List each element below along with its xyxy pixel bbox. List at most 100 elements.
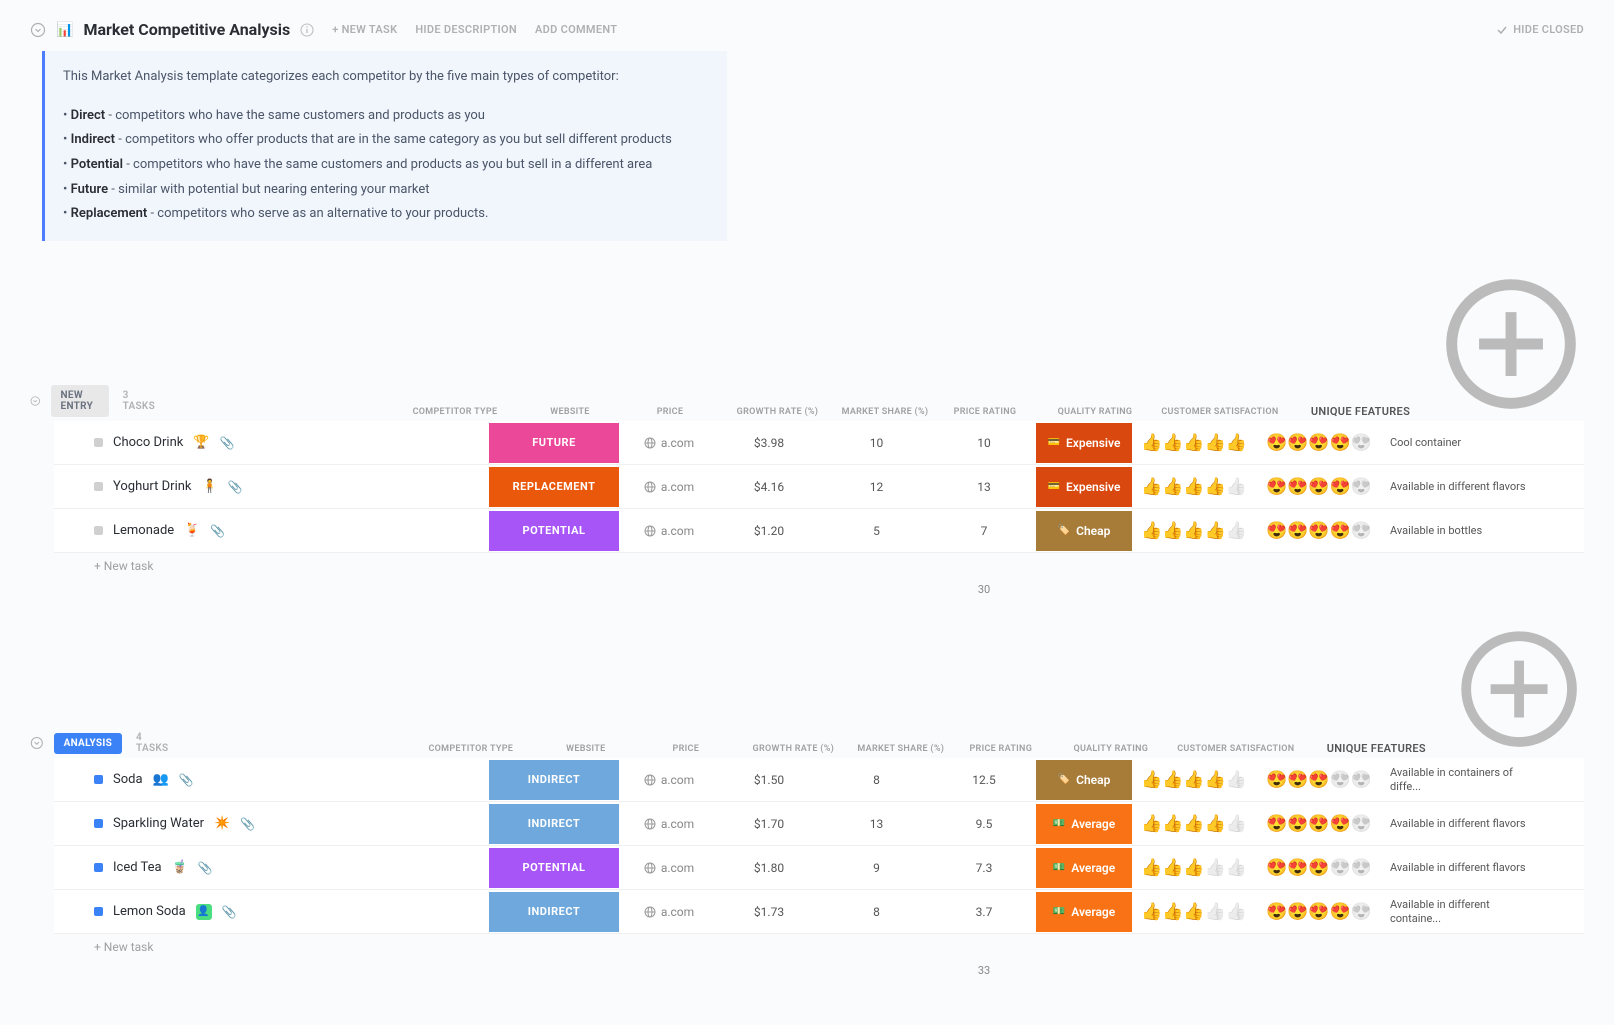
website-cell[interactable]: a.com — [619, 480, 719, 494]
features-cell[interactable]: Available in bottles — [1384, 524, 1529, 538]
collapse-icon[interactable] — [30, 735, 44, 751]
growth-cell[interactable]: 8 — [819, 773, 934, 787]
table-row[interactable]: Soda👥📎INDIRECTa.com$1.50812.5🏷️Cheap👍👍👍👍… — [54, 758, 1584, 802]
status-square[interactable] — [94, 482, 103, 491]
features-cell[interactable]: Available in different containe... — [1384, 898, 1529, 927]
price-cell[interactable]: $3.98 — [719, 436, 819, 450]
price-cell[interactable]: $1.73 — [719, 905, 819, 919]
status-square[interactable] — [94, 863, 103, 872]
competitor-type-badge[interactable]: POTENTIAL — [489, 848, 619, 888]
competitor-type-badge[interactable]: POTENTIAL — [489, 511, 619, 551]
task-name[interactable]: Sparkling Water — [113, 816, 204, 831]
table-row[interactable]: Choco Drink🏆📎FUTUREa.com$3.981010💳Expens… — [54, 421, 1584, 465]
competitor-type-badge[interactable]: REPLACEMENT — [489, 467, 619, 507]
group-status-badge[interactable]: NEW ENTRY — [51, 385, 109, 417]
website-cell[interactable]: a.com — [619, 905, 719, 919]
attachment-icon[interactable]: 📎 — [228, 480, 243, 494]
share-cell[interactable]: 7 — [934, 524, 1034, 538]
task-name[interactable]: Lemon Soda — [113, 904, 186, 919]
price-rating-badge[interactable]: 🏷️Cheap — [1036, 511, 1132, 551]
features-cell[interactable]: Available in containers of diffe... — [1384, 766, 1529, 795]
satisfaction-rating[interactable]: 😍😍😍😍😍 — [1254, 814, 1384, 834]
satisfaction-rating[interactable]: 😍😍😍😍😍 — [1254, 521, 1384, 541]
task-name[interactable]: Lemonade — [113, 523, 174, 538]
satisfaction-rating[interactable]: 😍😍😍😍😍 — [1254, 477, 1384, 497]
quality-rating[interactable]: 👍👍👍👍👍 — [1134, 902, 1254, 922]
new-task-row[interactable]: + New task — [54, 553, 1584, 579]
avatar[interactable]: 👤 — [196, 904, 212, 920]
table-row[interactable]: Yoghurt Drink🧍📎REPLACEMENTa.com$4.161213… — [54, 465, 1584, 509]
quality-rating[interactable]: 👍👍👍👍👍 — [1134, 814, 1254, 834]
task-name[interactable]: Yoghurt Drink — [113, 479, 192, 494]
status-square[interactable] — [94, 775, 103, 784]
price-cell[interactable]: $1.70 — [719, 817, 819, 831]
table-row[interactable]: Iced Tea🧋📎POTENTIALa.com$1.8097.3💵Averag… — [54, 846, 1584, 890]
info-icon[interactable] — [300, 23, 314, 37]
share-cell[interactable]: 9.5 — [934, 817, 1034, 831]
task-name[interactable]: Choco Drink — [113, 435, 183, 450]
satisfaction-rating[interactable]: 😍😍😍😍😍 — [1254, 858, 1384, 878]
website-cell[interactable]: a.com — [619, 436, 719, 450]
growth-cell[interactable]: 13 — [819, 817, 934, 831]
website-cell[interactable]: a.com — [619, 773, 719, 787]
features-cell[interactable]: Available in different flavors — [1384, 480, 1529, 494]
price-cell[interactable]: $4.16 — [719, 480, 819, 494]
competitor-type-badge[interactable]: FUTURE — [489, 423, 619, 463]
price-cell[interactable]: $1.80 — [719, 861, 819, 875]
attachment-icon[interactable]: 📎 — [198, 861, 213, 875]
growth-cell[interactable]: 12 — [819, 480, 934, 494]
share-cell[interactable]: 10 — [934, 436, 1034, 450]
share-cell[interactable]: 3.7 — [934, 905, 1034, 919]
share-cell[interactable]: 12.5 — [934, 773, 1034, 787]
quality-rating[interactable]: 👍👍👍👍👍 — [1134, 477, 1254, 497]
table-row[interactable]: Sparkling Water✴️📎INDIRECTa.com$1.70139.… — [54, 802, 1584, 846]
website-cell[interactable]: a.com — [619, 861, 719, 875]
price-rating-badge[interactable]: 💵Average — [1036, 848, 1132, 888]
price-cell[interactable]: $1.20 — [719, 524, 819, 538]
hide-description-button[interactable]: HIDE DESCRIPTION — [415, 23, 517, 36]
status-square[interactable] — [94, 438, 103, 447]
status-square[interactable] — [94, 526, 103, 535]
task-name[interactable]: Soda — [113, 772, 143, 787]
status-square[interactable] — [94, 819, 103, 828]
growth-cell[interactable]: 5 — [819, 524, 934, 538]
website-cell[interactable]: a.com — [619, 817, 719, 831]
features-cell[interactable]: Available in different flavors — [1384, 817, 1529, 831]
competitor-type-badge[interactable]: INDIRECT — [489, 804, 619, 844]
quality-rating[interactable]: 👍👍👍👍👍 — [1134, 858, 1254, 878]
growth-cell[interactable]: 10 — [819, 436, 934, 450]
website-cell[interactable]: a.com — [619, 524, 719, 538]
competitor-type-badge[interactable]: INDIRECT — [489, 760, 619, 800]
status-square[interactable] — [94, 907, 103, 916]
task-name[interactable]: Iced Tea — [113, 860, 162, 875]
add-comment-button[interactable]: ADD COMMENT — [535, 23, 617, 36]
hide-closed-button[interactable]: HIDE CLOSED — [1496, 23, 1584, 36]
satisfaction-rating[interactable]: 😍😍😍😍😍 — [1254, 902, 1384, 922]
collapse-icon[interactable] — [30, 393, 41, 409]
add-column-icon[interactable] — [1454, 624, 1584, 754]
attachment-icon[interactable]: 📎 — [179, 773, 194, 787]
attachment-icon[interactable]: 📎 — [210, 524, 225, 538]
quality-rating[interactable]: 👍👍👍👍👍 — [1134, 521, 1254, 541]
price-rating-badge[interactable]: 💳Expensive — [1036, 423, 1132, 463]
features-cell[interactable]: Available in different flavors — [1384, 861, 1529, 875]
features-cell[interactable]: Cool container — [1384, 436, 1529, 450]
add-column-icon[interactable] — [1438, 271, 1584, 417]
satisfaction-rating[interactable]: 😍😍😍😍😍 — [1254, 433, 1384, 453]
share-cell[interactable]: 13 — [934, 480, 1034, 494]
attachment-icon[interactable]: 📎 — [240, 817, 255, 831]
attachment-icon[interactable]: 📎 — [222, 905, 237, 919]
growth-cell[interactable]: 8 — [819, 905, 934, 919]
price-rating-badge[interactable]: 💵Average — [1036, 804, 1132, 844]
price-cell[interactable]: $1.50 — [719, 773, 819, 787]
new-task-row[interactable]: + New task — [54, 934, 1584, 960]
group-status-badge[interactable]: ANALYSIS — [54, 733, 122, 754]
satisfaction-rating[interactable]: 😍😍😍😍😍 — [1254, 770, 1384, 790]
share-cell[interactable]: 7.3 — [934, 861, 1034, 875]
collapse-icon[interactable] — [30, 22, 46, 38]
price-rating-badge[interactable]: 🏷️Cheap — [1036, 760, 1132, 800]
quality-rating[interactable]: 👍👍👍👍👍 — [1134, 770, 1254, 790]
price-rating-badge[interactable]: 💵Average — [1036, 892, 1132, 932]
quality-rating[interactable]: 👍👍👍👍👍 — [1134, 433, 1254, 453]
attachment-icon[interactable]: 📎 — [220, 436, 235, 450]
